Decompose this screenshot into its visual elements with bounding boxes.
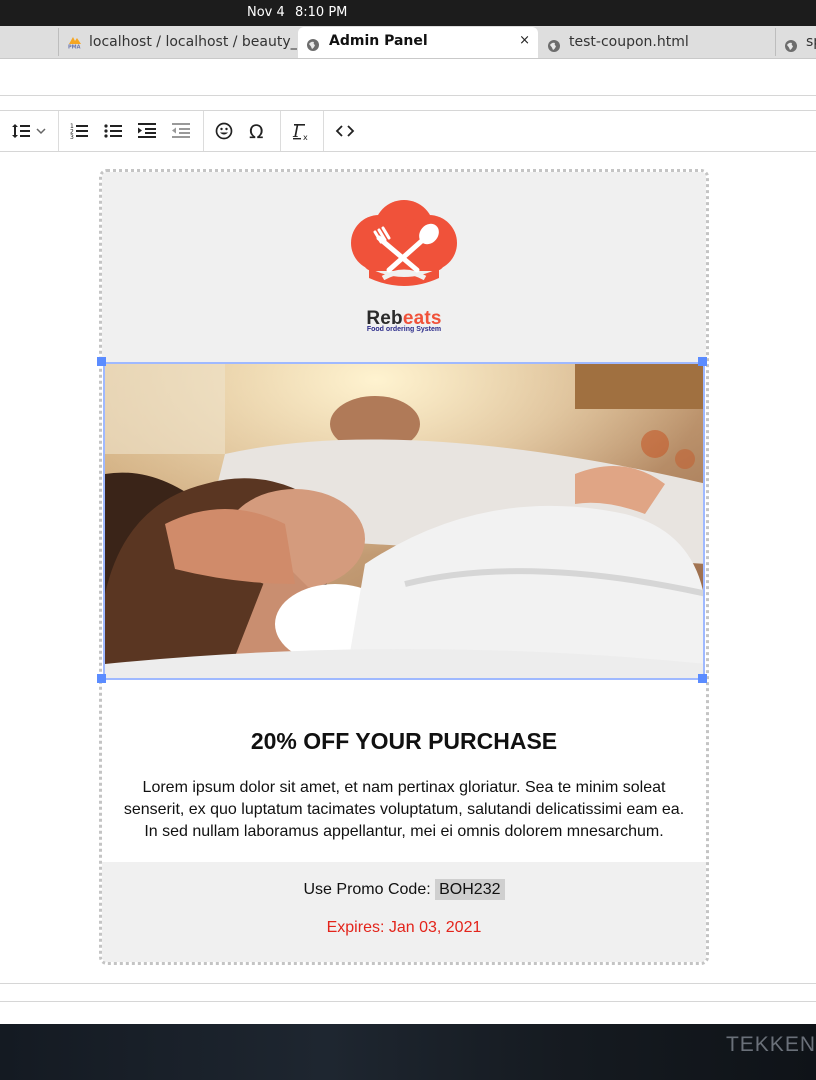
banner-brand-text: TEKKEN [725, 1033, 816, 1056]
svg-text:3: 3 [70, 134, 74, 140]
promo-code[interactable]: BOH232 [435, 879, 505, 900]
tab-label: sp [806, 34, 816, 50]
background-banner: TEKKEN [0, 1024, 816, 1080]
svg-text:PMA: PMA [68, 45, 81, 50]
tab-phpmyadmin[interactable]: PMA localhost / localhost / beauty_ [59, 28, 297, 56]
outdent-icon [172, 123, 190, 138]
resize-handle-top-right[interactable] [698, 357, 707, 366]
line-height-icon [12, 124, 46, 138]
tab-first[interactable] [0, 28, 59, 56]
editor-statusbar-bottom [0, 1001, 816, 1002]
indent-icon [138, 123, 156, 138]
clear-formatting-button[interactable]: I x [289, 119, 315, 143]
system-top-bar: Nov 4 8:10 PM [0, 0, 816, 26]
numbered-list-icon: 1 2 3 [70, 123, 88, 140]
resize-handle-bottom-right[interactable] [698, 674, 707, 683]
logo-band: Rebeats Food ordering System [102, 172, 706, 362]
indent-button[interactable] [135, 119, 161, 143]
source-code-button[interactable] [332, 119, 358, 143]
emoji-icon [215, 122, 233, 140]
chef-hat-logo-icon [351, 200, 457, 286]
globe-icon [784, 35, 798, 52]
system-time: 8:10 PM [295, 5, 348, 20]
special-character-button[interactable]: Ω [246, 119, 272, 143]
toolbar-group-lists: 1 2 3 [59, 111, 204, 151]
coupon-headline: 20% OFF YOUR PURCHASE [250, 728, 558, 754]
code-icon [335, 125, 355, 137]
phpmyadmin-icon: PMA [67, 35, 81, 51]
clear-formatting-icon: I x [292, 122, 308, 142]
expiry-date: Expires: Jan 03, 2021 [326, 919, 482, 936]
tab-sp[interactable]: sp [776, 28, 816, 56]
omega-icon: Ω [249, 122, 264, 142]
toolbar-group-clear: I x [281, 111, 324, 151]
tab-admin-panel[interactable]: Admin Panel × [298, 27, 538, 58]
outdent-button[interactable] [169, 119, 195, 143]
close-tab-icon[interactable]: × [519, 27, 530, 55]
editor-toolbar: 1 2 3 Ω I x [0, 111, 816, 152]
page-header-bar [0, 59, 816, 96]
brand-tagline: Food ordering System [366, 326, 442, 333]
globe-icon [306, 34, 320, 51]
toolbar-group-format [0, 111, 59, 151]
emoji-button[interactable] [212, 119, 238, 143]
globe-icon [547, 35, 561, 52]
spa-massage-image[interactable] [103, 362, 705, 680]
editor-statusbar-top [0, 983, 816, 984]
tab-label: test-coupon.html [569, 34, 689, 50]
svg-text:x: x [303, 133, 308, 142]
svg-text:Ω: Ω [249, 122, 264, 142]
tab-label: localhost / localhost / beauty_ [89, 34, 297, 50]
editor-menubar [0, 96, 816, 111]
promo-line: Use Promo Code: BOH232 [102, 879, 706, 900]
line-height-button[interactable] [8, 119, 50, 143]
tab-label: Admin Panel [329, 33, 428, 49]
coupon-container[interactable]: Rebeats Food ordering System 20% OFF YOU… [99, 169, 709, 965]
coupon-body-text: Lorem ipsum dolor sit amet, et nam perti… [123, 779, 685, 840]
tab-test-coupon[interactable]: test-coupon.html [539, 28, 776, 56]
resize-handle-bottom-left[interactable] [97, 674, 106, 683]
promo-label: Use Promo Code: [303, 881, 431, 898]
promo-band: Use Promo Code: BOH232 Expires: Jan 03, … [102, 862, 706, 962]
numbered-list-button[interactable]: 1 2 3 [67, 119, 93, 143]
bulleted-list-button[interactable] [101, 119, 127, 143]
toolbar-group-insert: Ω [204, 111, 281, 151]
resize-handle-top-left[interactable] [97, 357, 106, 366]
system-date: Nov 4 [247, 5, 285, 20]
bulleted-list-icon [104, 124, 122, 138]
browser-tab-strip: PMA localhost / localhost / beauty_ Admi… [0, 26, 816, 59]
